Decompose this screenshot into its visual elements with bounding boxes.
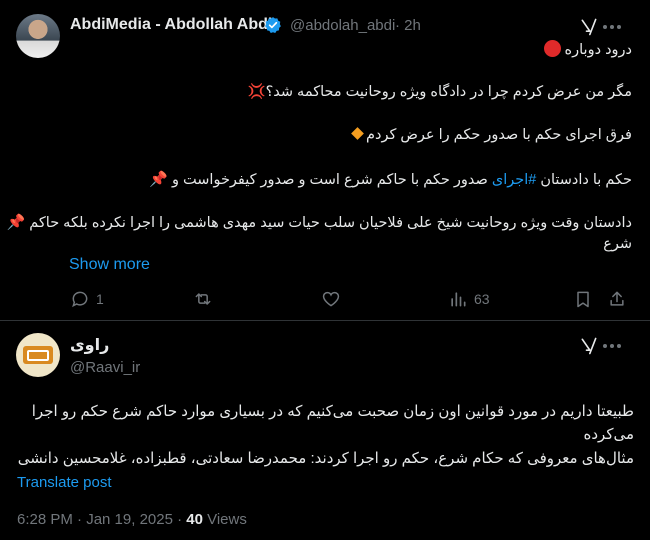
reply-icon bbox=[72, 291, 88, 308]
red-circle-icon bbox=[543, 40, 561, 57]
post-divider bbox=[0, 320, 650, 321]
tweet-line-4: حکم با دادستان #اجرای صدور حکم با حاکم ش… bbox=[149, 171, 632, 188]
hashtag-link[interactable]: #اجرای bbox=[492, 172, 536, 188]
author-display-name[interactable]: AbdiMedia - Abdollah Abdi bbox=[70, 16, 272, 34]
author-handle[interactable]: @Raavi_ir bbox=[70, 359, 140, 376]
post-text-line-3: مثال‌های معروفی که حکام شرع، حکم رو اجرا… bbox=[17, 450, 634, 467]
bookmark-icon bbox=[577, 291, 589, 308]
grok-icon[interactable] bbox=[579, 336, 599, 356]
reply-button[interactable]: 1 bbox=[70, 289, 104, 309]
bookmark-button[interactable] bbox=[573, 289, 593, 309]
share-icon bbox=[610, 291, 624, 306]
author-display-name[interactable]: راوی bbox=[70, 335, 109, 355]
tweet-line-2: مگر من عرض کردم چرا در دادگاه ویژه روحان… bbox=[247, 84, 633, 100]
retweet-icon bbox=[195, 293, 211, 305]
post-time[interactable]: · 2h bbox=[395, 17, 421, 34]
author-handle[interactable]: @abdolah_abdi bbox=[290, 17, 395, 34]
tweet-line-5-cont: شرع bbox=[603, 236, 632, 252]
tweet-line-3: فرق اجرای حکم با صدور حکم را عرض کردم bbox=[72, 127, 632, 143]
verified-badge-icon bbox=[265, 17, 281, 33]
share-button[interactable] bbox=[607, 289, 627, 309]
more-icon[interactable] bbox=[603, 344, 621, 348]
views-label: Views bbox=[202, 511, 247, 528]
pushpin-icon: 📌 bbox=[6, 214, 26, 231]
timestamp-link[interactable]: 6:28 PM · Jan 19, 2025 · bbox=[17, 511, 186, 528]
grok-icon[interactable] bbox=[579, 17, 599, 37]
post-text-line-2: می‌کرده bbox=[583, 426, 635, 443]
views-count: 40 bbox=[186, 511, 203, 528]
more-icon[interactable] bbox=[603, 25, 621, 29]
like-icon bbox=[322, 291, 340, 307]
post-timestamp: 6:28 PM · Jan 19, 2025 · 40 Views bbox=[17, 511, 247, 528]
tweet-line-5: دادستان وقت ویژه روحانیت شیخ علی فلاحیان… bbox=[6, 214, 633, 231]
show-more-link[interactable]: Show more bbox=[69, 256, 150, 274]
orange-diamond-icon bbox=[351, 127, 364, 140]
translate-post-link[interactable]: Translate post bbox=[17, 474, 112, 491]
pushpin-icon: 📌 bbox=[149, 171, 168, 188]
retweet-button[interactable] bbox=[193, 289, 213, 309]
like-button[interactable] bbox=[321, 289, 341, 309]
author-avatar[interactable] bbox=[16, 333, 60, 377]
views-button[interactable]: 63 bbox=[448, 289, 490, 309]
views-icon bbox=[451, 292, 466, 307]
post-text-line-1: طبیعتا داریم در مورد قوانین اون زمان صحب… bbox=[31, 403, 634, 420]
author-avatar[interactable] bbox=[16, 14, 60, 58]
anger-emoji-icon: 💢 bbox=[247, 84, 266, 100]
tweet-line-1: درود دوباره bbox=[72, 40, 632, 58]
